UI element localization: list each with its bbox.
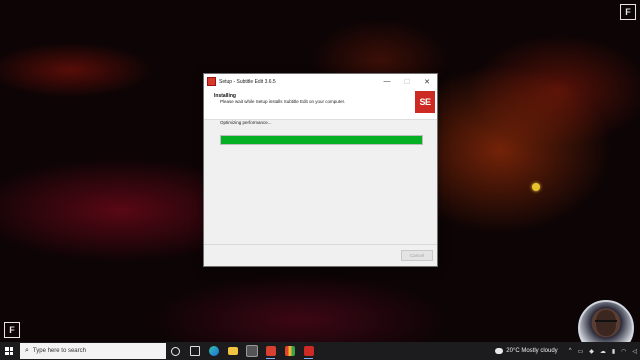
system-tray: 20°C Mostly cloudy ^ ▭ ◆ ☁ ▮ ◠ ◁ xyxy=(495,348,640,355)
subtitle-edit-logo-icon: SE xyxy=(415,91,435,113)
onedrive-icon[interactable]: ☁ xyxy=(600,348,606,355)
weather-text: 20°C Mostly cloudy xyxy=(506,348,558,354)
weather-widget[interactable]: 20°C Mostly cloudy xyxy=(495,348,558,354)
wizard-body: Optimizing performance... xyxy=(204,120,437,244)
start-button[interactable] xyxy=(0,342,18,360)
media-icon[interactable] xyxy=(242,342,261,360)
cloud-icon xyxy=(495,348,504,354)
wizard-step-description: Please wait while Setup installs Subtitl… xyxy=(220,99,346,104)
search-placeholder: Type here to search xyxy=(32,348,86,354)
network-icon[interactable]: ▭ xyxy=(578,348,584,355)
dialog-title: Setup - Subtitle Edit 3.6.5 xyxy=(219,78,276,85)
close-button[interactable]: ✕ xyxy=(417,74,437,89)
wizard-footer: Cancel xyxy=(204,244,437,266)
widgets-icon[interactable] xyxy=(185,342,204,360)
task-view-icon[interactable] xyxy=(166,342,185,360)
volume-icon[interactable]: ◁ xyxy=(632,348,637,355)
subtitle-edit-icon[interactable] xyxy=(299,342,318,360)
battery-icon[interactable]: ▮ xyxy=(612,348,615,355)
taskbar-search[interactable]: ⌕ Type here to search xyxy=(20,343,166,359)
maximize-button: ☐ xyxy=(403,78,411,86)
setup-dialog: Setup - Subtitle Edit 3.6.5 — ☐ ✕ Instal… xyxy=(203,73,438,267)
search-icon: ⌕ xyxy=(25,347,29,354)
wifi-icon[interactable]: ◠ xyxy=(621,348,626,355)
windows-logo-icon xyxy=(5,347,13,355)
webcam-person-glasses xyxy=(595,320,617,326)
setup-app-icon xyxy=(207,77,216,86)
minimize-button[interactable]: — xyxy=(377,74,397,89)
dropbox-icon[interactable]: ◆ xyxy=(589,348,594,355)
mouse-cursor-highlight xyxy=(532,183,540,191)
install-status-text: Optimizing performance... xyxy=(220,120,272,125)
file-explorer-icon[interactable] xyxy=(223,342,242,360)
install-progress-bar xyxy=(220,135,423,145)
overlay-logo-bottom: F xyxy=(4,322,20,338)
app-multicolor-icon[interactable] xyxy=(280,342,299,360)
edge-icon[interactable] xyxy=(204,342,223,360)
taskbar: ⌕ Type here to search 20°C Mostly cloudy… xyxy=(0,342,640,360)
overlay-logo: F xyxy=(620,4,636,20)
cancel-button: Cancel xyxy=(401,250,433,261)
progress-fill xyxy=(221,136,422,144)
chevron-up-icon[interactable]: ^ xyxy=(569,348,572,354)
dialog-titlebar[interactable]: Setup - Subtitle Edit 3.6.5 — ☐ ✕ xyxy=(204,74,437,89)
wizard-header: Installing Please wait while Setup insta… xyxy=(204,89,437,120)
app-red-icon[interactable] xyxy=(261,342,280,360)
